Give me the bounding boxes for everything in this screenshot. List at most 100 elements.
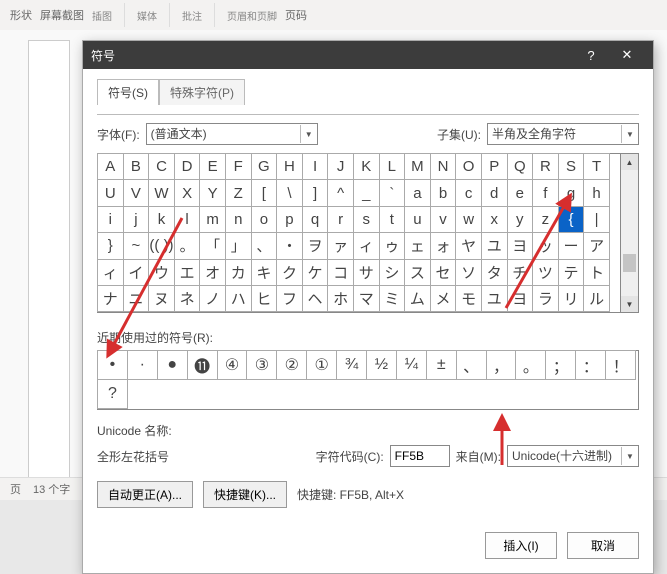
charcode-input[interactable] bbox=[390, 445, 450, 467]
symbol-cell[interactable]: キ bbox=[251, 259, 278, 286]
recent-symbol-cell[interactable]: ⓫ bbox=[187, 350, 218, 380]
symbol-cell[interactable]: ヨ bbox=[507, 285, 534, 312]
tab-special-chars[interactable]: 特殊字符(P) bbox=[159, 79, 245, 105]
symbol-cell[interactable]: P bbox=[481, 153, 508, 180]
symbol-cell[interactable]: サ bbox=[353, 259, 380, 286]
symbol-cell[interactable]: 」 bbox=[225, 232, 252, 259]
symbol-cell[interactable]: ミ bbox=[379, 285, 406, 312]
symbol-cell[interactable]: ヘ bbox=[302, 285, 329, 312]
symbol-cell[interactable]: v bbox=[430, 206, 457, 233]
symbol-cell[interactable]: ッ bbox=[532, 232, 559, 259]
symbol-cell[interactable]: | bbox=[583, 206, 610, 233]
symbol-cell[interactable]: ユ bbox=[481, 285, 508, 312]
recent-symbol-cell[interactable]: ； bbox=[545, 350, 576, 380]
symbol-cell[interactable]: t bbox=[379, 206, 406, 233]
symbol-cell[interactable]: m bbox=[199, 206, 226, 233]
symbol-cell[interactable]: Q bbox=[507, 153, 534, 180]
symbol-cell[interactable]: テ bbox=[558, 259, 585, 286]
recent-symbol-cell[interactable]: ① bbox=[306, 350, 337, 380]
symbol-cell[interactable]: エ bbox=[174, 259, 201, 286]
grid-scrollbar[interactable]: ▲ ▼ bbox=[621, 153, 639, 313]
symbol-cell[interactable]: (( )) bbox=[148, 232, 175, 259]
scroll-thumb[interactable] bbox=[623, 254, 636, 272]
scroll-up-icon[interactable]: ▲ bbox=[621, 154, 638, 170]
symbol-cell[interactable]: l bbox=[174, 206, 201, 233]
symbol-cell[interactable]: コ bbox=[327, 259, 354, 286]
symbol-cell[interactable]: Y bbox=[199, 179, 226, 206]
symbol-cell[interactable]: b bbox=[430, 179, 457, 206]
symbol-cell[interactable]: N bbox=[430, 153, 457, 180]
symbol-cell[interactable]: R bbox=[532, 153, 559, 180]
symbol-cell[interactable]: A bbox=[97, 153, 124, 180]
symbol-cell[interactable]: ユ bbox=[481, 232, 508, 259]
symbol-cell[interactable]: ス bbox=[404, 259, 431, 286]
symbol-cell[interactable]: r bbox=[327, 206, 354, 233]
symbol-cell[interactable]: ノ bbox=[199, 285, 226, 312]
recent-symbol-cell[interactable]: 。 bbox=[515, 350, 546, 380]
recent-symbol-cell[interactable]: · bbox=[127, 350, 158, 380]
cancel-button[interactable]: 取消 bbox=[567, 532, 639, 559]
symbol-cell[interactable]: a bbox=[404, 179, 431, 206]
symbol-cell[interactable]: k bbox=[148, 206, 175, 233]
subset-combo[interactable]: 半角及全角字符 ▼ bbox=[487, 123, 639, 145]
symbol-cell[interactable]: ク bbox=[276, 259, 303, 286]
symbol-cell[interactable]: ル bbox=[583, 285, 610, 312]
symbol-cell[interactable]: [ bbox=[251, 179, 278, 206]
symbol-cell[interactable]: H bbox=[276, 153, 303, 180]
symbol-cell[interactable]: ヒ bbox=[251, 285, 278, 312]
symbol-cell[interactable]: O bbox=[455, 153, 482, 180]
font-combo[interactable]: (普通文本) ▼ bbox=[146, 123, 318, 145]
symbol-cell[interactable]: 、 bbox=[251, 232, 278, 259]
recent-symbol-cell[interactable]: ④ bbox=[217, 350, 248, 380]
symbol-cell[interactable]: X bbox=[174, 179, 201, 206]
symbol-cell[interactable]: U bbox=[97, 179, 124, 206]
recent-symbol-cell[interactable]: ③ bbox=[246, 350, 277, 380]
symbol-cell[interactable]: f bbox=[532, 179, 559, 206]
symbol-cell[interactable]: i bbox=[97, 206, 124, 233]
autocorrect-button[interactable]: 自动更正(A)... bbox=[97, 481, 193, 508]
symbol-cell[interactable]: C bbox=[148, 153, 175, 180]
symbol-cell[interactable]: G bbox=[251, 153, 278, 180]
symbol-cell[interactable]: ヲ bbox=[302, 232, 329, 259]
symbol-cell[interactable]: イ bbox=[123, 259, 150, 286]
ribbon-screenshot[interactable]: 屏幕截图 bbox=[40, 7, 84, 23]
symbol-cell[interactable]: L bbox=[379, 153, 406, 180]
symbol-cell[interactable]: S bbox=[558, 153, 585, 180]
symbol-cell[interactable]: ニ bbox=[123, 285, 150, 312]
symbol-cell[interactable]: M bbox=[404, 153, 431, 180]
symbol-cell[interactable]: ホ bbox=[327, 285, 354, 312]
symbol-cell[interactable]: タ bbox=[481, 259, 508, 286]
symbol-cell[interactable]: ォ bbox=[430, 232, 457, 259]
recent-symbols-grid[interactable]: •·●⓫④③②①¾½¼±、，。；：！? bbox=[97, 350, 639, 410]
dialog-titlebar[interactable]: 符号 ? ✕ bbox=[83, 41, 653, 69]
symbol-cell[interactable]: ヌ bbox=[148, 285, 175, 312]
recent-symbol-cell[interactable]: • bbox=[97, 350, 128, 380]
symbol-cell[interactable]: d bbox=[481, 179, 508, 206]
symbol-cell[interactable]: セ bbox=[430, 259, 457, 286]
symbol-cell[interactable]: メ bbox=[430, 285, 457, 312]
symbol-cell[interactable]: F bbox=[225, 153, 252, 180]
symbol-cell[interactable]: 「 bbox=[199, 232, 226, 259]
symbol-cell[interactable]: } bbox=[97, 232, 124, 259]
symbol-cell[interactable]: ェ bbox=[404, 232, 431, 259]
symbol-cell[interactable]: Z bbox=[225, 179, 252, 206]
symbol-cell[interactable]: ー bbox=[558, 232, 585, 259]
symbol-cell[interactable]: ハ bbox=[225, 285, 252, 312]
help-icon[interactable]: ? bbox=[573, 41, 609, 69]
symbol-cell[interactable]: E bbox=[199, 153, 226, 180]
symbol-cell[interactable]: W bbox=[148, 179, 175, 206]
symbol-cell[interactable]: チ bbox=[507, 259, 534, 286]
from-combo[interactable]: Unicode(十六进制) ▼ bbox=[507, 445, 639, 467]
symbol-cell[interactable]: o bbox=[251, 206, 278, 233]
symbol-cell[interactable]: x bbox=[481, 206, 508, 233]
symbol-cell[interactable]: ヨ bbox=[507, 232, 534, 259]
symbol-cell[interactable]: q bbox=[302, 206, 329, 233]
symbol-cell[interactable]: e bbox=[507, 179, 534, 206]
symbol-cell[interactable]: ツ bbox=[532, 259, 559, 286]
symbol-cell[interactable]: ィ bbox=[353, 232, 380, 259]
symbol-cell[interactable]: ・ bbox=[276, 232, 303, 259]
symbol-cell[interactable]: モ bbox=[455, 285, 482, 312]
symbol-cell[interactable]: _ bbox=[353, 179, 380, 206]
symbol-cell[interactable]: リ bbox=[558, 285, 585, 312]
recent-symbol-cell[interactable]: ： bbox=[575, 350, 606, 380]
